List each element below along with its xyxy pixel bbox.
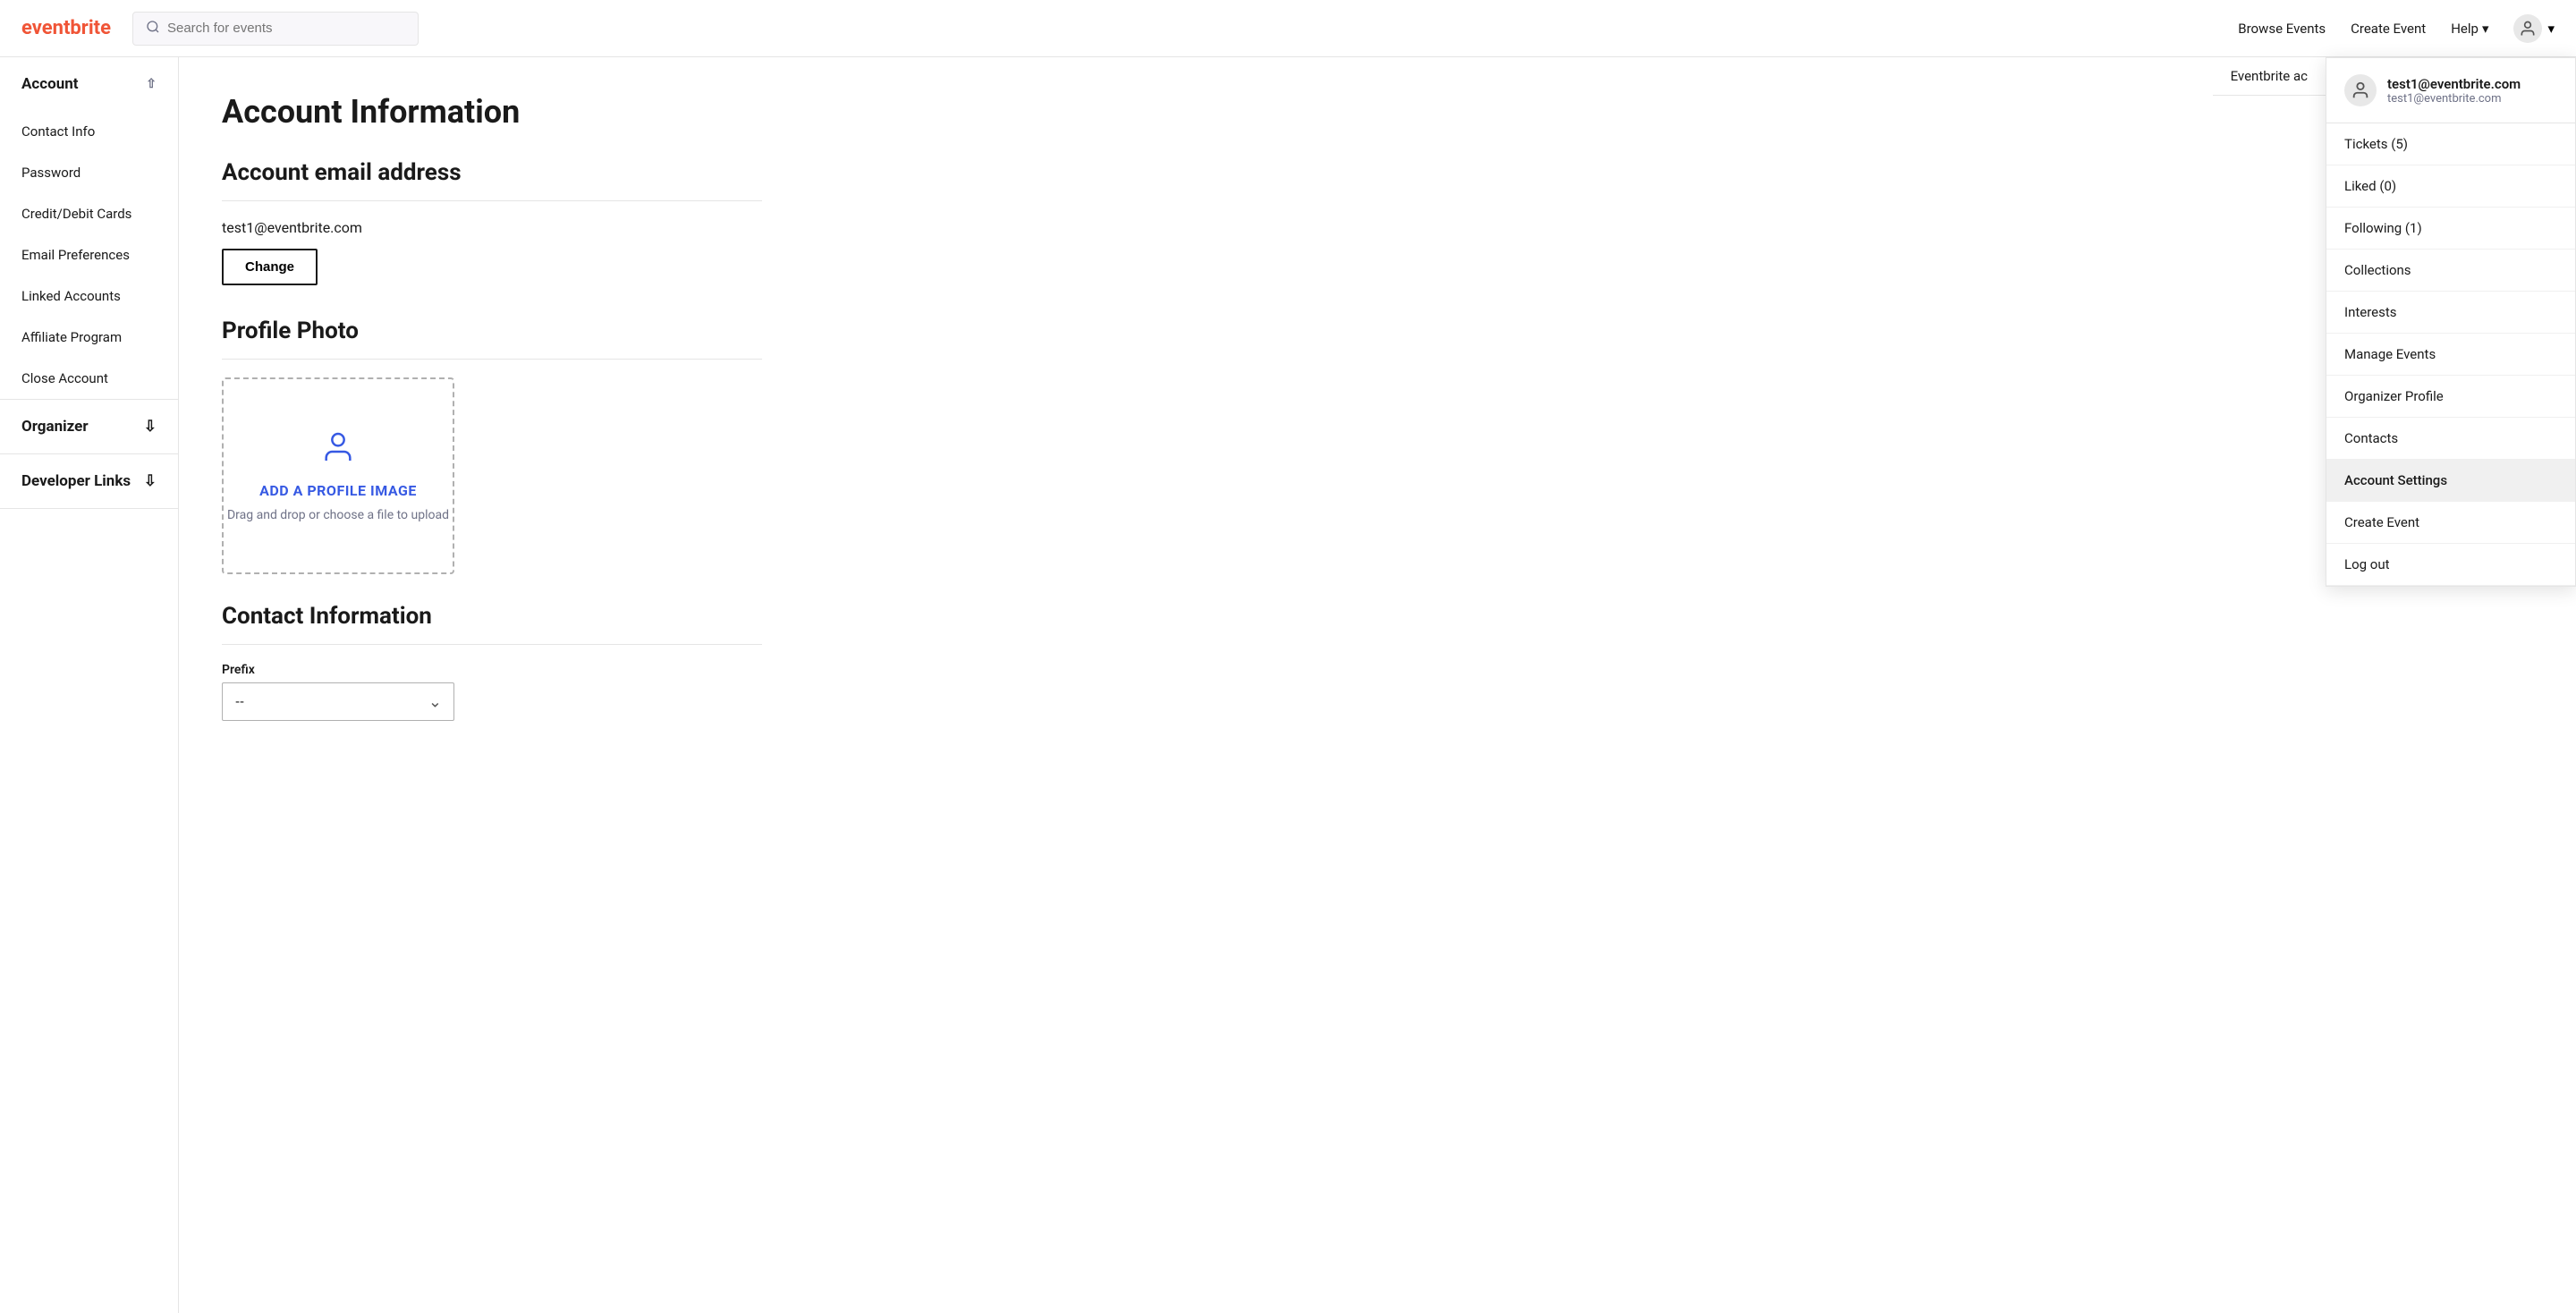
upload-label: ADD A PROFILE IMAGE bbox=[259, 482, 417, 499]
account-arrow-icon: ▾ bbox=[2547, 21, 2555, 37]
dropdown-item-collections[interactable]: Collections bbox=[2326, 250, 2575, 292]
dropdown-item-organizer-profile[interactable]: Organizer Profile bbox=[2326, 376, 2575, 418]
upload-person-icon bbox=[320, 429, 356, 473]
contact-info-section: Contact Information Prefix -- Mr. Ms. Mr… bbox=[222, 603, 762, 721]
profile-photo-title: Profile Photo bbox=[222, 318, 762, 352]
dropdown-item-following[interactable]: Following (1) bbox=[2326, 208, 2575, 250]
dropdown-item-create-event[interactable]: Create Event bbox=[2326, 502, 2575, 544]
dropdown-item-logout[interactable]: Log out bbox=[2326, 544, 2575, 586]
search-bar[interactable] bbox=[132, 12, 419, 46]
create-event-link[interactable]: Create Event bbox=[2351, 21, 2426, 37]
dropdown-user-info: test1@eventbrite.com test1@eventbrite.co… bbox=[2387, 76, 2521, 106]
sidebar: Account ⇧ Contact Info Password Credit/D… bbox=[0, 57, 179, 1313]
profile-photo-divider bbox=[222, 359, 762, 360]
email-section-title: Account email address bbox=[222, 159, 762, 193]
account-avatar-icon bbox=[2513, 14, 2542, 43]
main-content: Account Information Account email addres… bbox=[179, 57, 805, 1313]
dropdown-item-liked[interactable]: Liked (0) bbox=[2326, 165, 2575, 208]
sidebar-section-developer-links-header[interactable]: Developer Links ⇩ bbox=[0, 454, 178, 508]
profile-photo-section: Profile Photo ADD A PROFILE IMAGE Drag a… bbox=[222, 318, 762, 574]
dropdown-user-header: test1@eventbrite.com test1@eventbrite.co… bbox=[2326, 58, 2575, 123]
logo-text: eventbrite bbox=[21, 17, 111, 39]
help-link[interactable]: Help ▾ bbox=[2451, 21, 2488, 37]
sidebar-section-account-label: Account bbox=[21, 75, 79, 93]
dropdown-item-tickets[interactable]: Tickets (5) bbox=[2326, 123, 2575, 165]
sidebar-section-account-header[interactable]: Account ⇧ bbox=[0, 57, 178, 111]
sidebar-item-contact-info[interactable]: Contact Info bbox=[0, 111, 178, 152]
header: eventbrite Browse Events Create Event He… bbox=[0, 0, 2576, 57]
sidebar-item-credit-debit-cards[interactable]: Credit/Debit Cards bbox=[0, 193, 178, 234]
email-section: Account email address test1@eventbrite.c… bbox=[222, 159, 762, 318]
sidebar-item-email-preferences[interactable]: Email Preferences bbox=[0, 234, 178, 275]
page-title: Account Information bbox=[222, 93, 762, 131]
logo[interactable]: eventbrite bbox=[21, 17, 111, 39]
sidebar-section-organizer: Organizer ⇩ bbox=[0, 400, 178, 454]
sidebar-item-close-account[interactable]: Close Account bbox=[0, 358, 178, 399]
chevron-down-icon-developer: ⇩ bbox=[144, 472, 157, 490]
sidebar-item-affiliate-program[interactable]: Affiliate Program bbox=[0, 317, 178, 358]
contact-info-divider bbox=[222, 644, 762, 645]
dropdown-item-interests[interactable]: Interests bbox=[2326, 292, 2575, 334]
upload-hint: Drag and drop or choose a file to upload bbox=[227, 508, 449, 522]
prefix-label: Prefix bbox=[222, 663, 762, 677]
main-layout: Account ⇧ Contact Info Password Credit/D… bbox=[0, 57, 2576, 1313]
eventbrite-banner: Eventbrite ac bbox=[2213, 57, 2326, 96]
header-nav: Browse Events Create Event Help ▾ ▾ bbox=[2238, 14, 2555, 43]
dropdown-item-manage-events[interactable]: Manage Events bbox=[2326, 334, 2575, 376]
dropdown-email-primary: test1@eventbrite.com bbox=[2387, 76, 2521, 92]
sidebar-section-developer-links: Developer Links ⇩ bbox=[0, 454, 178, 509]
photo-upload-area[interactable]: ADD A PROFILE IMAGE Drag and drop or cho… bbox=[222, 377, 454, 574]
browse-events-link[interactable]: Browse Events bbox=[2238, 21, 2326, 37]
account-button[interactable]: ▾ bbox=[2513, 14, 2555, 43]
search-input[interactable] bbox=[167, 21, 405, 36]
prefix-select[interactable]: -- Mr. Ms. Mrs. Dr. Prof. bbox=[222, 682, 454, 721]
dropdown-avatar-icon bbox=[2344, 74, 2377, 106]
contact-info-title: Contact Information bbox=[222, 603, 762, 637]
chevron-down-icon-organizer: ⇩ bbox=[144, 418, 157, 436]
email-display: test1@eventbrite.com bbox=[222, 219, 762, 236]
dropdown-email-secondary: test1@eventbrite.com bbox=[2387, 92, 2521, 106]
account-dropdown-panel: test1@eventbrite.com test1@eventbrite.co… bbox=[2326, 57, 2576, 587]
email-divider bbox=[222, 200, 762, 201]
sidebar-section-account: Account ⇧ Contact Info Password Credit/D… bbox=[0, 57, 178, 400]
sidebar-section-organizer-label: Organizer bbox=[21, 418, 89, 436]
sidebar-item-password[interactable]: Password bbox=[0, 152, 178, 193]
dropdown-item-account-settings[interactable]: Account Settings bbox=[2326, 460, 2575, 502]
prefix-select-wrapper: -- Mr. Ms. Mrs. Dr. Prof. ⌄ bbox=[222, 682, 454, 721]
search-icon bbox=[146, 20, 160, 38]
sidebar-item-linked-accounts[interactable]: Linked Accounts bbox=[0, 275, 178, 317]
change-email-button[interactable]: Change bbox=[222, 249, 318, 285]
sidebar-section-organizer-header[interactable]: Organizer ⇩ bbox=[0, 400, 178, 453]
chevron-up-icon: ⇧ bbox=[146, 77, 157, 91]
dropdown-item-contacts[interactable]: Contacts bbox=[2326, 418, 2575, 460]
sidebar-section-developer-links-label: Developer Links bbox=[21, 472, 131, 490]
